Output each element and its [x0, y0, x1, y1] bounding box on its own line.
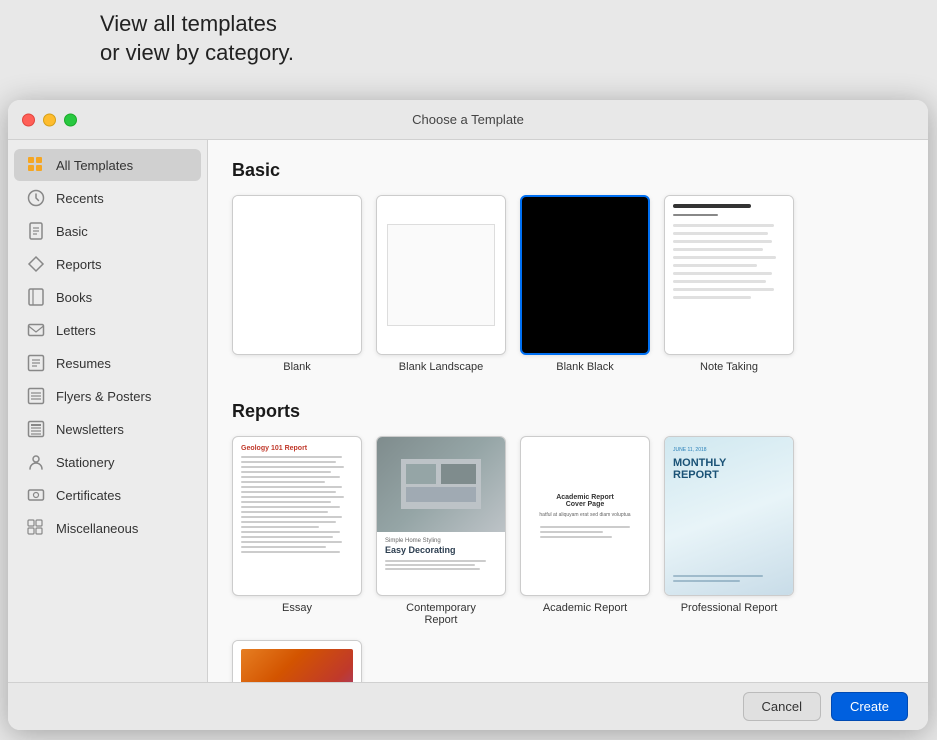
sidebar-item-reports[interactable]: Reports: [14, 248, 201, 280]
template-thumb-blank: [232, 195, 362, 355]
template-item-professional-report[interactable]: JUNE 11, 2018 MONTHLYREPORT Professional…: [664, 436, 794, 626]
template-item-academic-report[interactable]: Academic ReportCover Page hatful at aliq…: [520, 436, 650, 626]
template-item-essay[interactable]: Geology 101 Report: [232, 436, 362, 626]
template-label-note-taking: Note Taking: [700, 361, 758, 373]
action-bar: Cancel Create: [8, 682, 928, 730]
content-area: All Templates Recents: [8, 140, 928, 682]
cancel-button[interactable]: Cancel: [743, 692, 821, 721]
basic-template-grid: Blank Blank Landscape: [232, 195, 904, 373]
professional-visual: JUNE 11, 2018 MONTHLYREPORT: [665, 437, 793, 595]
sidebar-item-flyers-posters[interactable]: Flyers & Posters: [14, 380, 201, 412]
newspaper-icon: [26, 419, 46, 439]
sidebar-label-basic: Basic: [56, 224, 88, 239]
main-panel: Basic Blank: [208, 140, 928, 682]
sidebar-label-miscellaneous: Miscellaneous: [56, 521, 138, 536]
doc-icon: [26, 221, 46, 241]
sidebar-item-all-templates[interactable]: All Templates: [14, 149, 201, 181]
reports-template-grid: Geology 101 Report: [232, 436, 904, 682]
book-icon: [26, 287, 46, 307]
window-title: Choose a Template: [412, 112, 524, 127]
minimize-button[interactable]: [43, 113, 56, 126]
envelope-icon: [26, 320, 46, 340]
certificate-icon: [26, 485, 46, 505]
diamond-icon: [26, 254, 46, 274]
landscape-inner-visual: [377, 196, 505, 354]
sidebar-label-flyers-posters: Flyers & Posters: [56, 389, 151, 404]
term-visual: Geology 101 Report: [233, 641, 361, 682]
sidebar-item-miscellaneous[interactable]: Miscellaneous: [14, 512, 201, 544]
sidebar-item-letters[interactable]: Letters: [14, 314, 201, 346]
basic-section-title: Basic: [232, 160, 904, 181]
sidebar-item-basic[interactable]: Basic: [14, 215, 201, 247]
sidebar: All Templates Recents: [8, 140, 208, 682]
reports-section: Reports Geology 101 Report: [232, 401, 904, 682]
template-thumb-note-taking: [664, 195, 794, 355]
template-thumb-professional: JUNE 11, 2018 MONTHLYREPORT: [664, 436, 794, 596]
sidebar-label-certificates: Certificates: [56, 488, 121, 503]
contemporary-visual: Simple Home Styling Easy Decorating: [377, 437, 505, 595]
sidebar-label-books: Books: [56, 290, 92, 305]
sidebar-label-newsletters: Newsletters: [56, 422, 124, 437]
grid-misc-icon: [26, 518, 46, 538]
sidebar-item-certificates[interactable]: Certificates: [14, 479, 201, 511]
sidebar-item-stationery[interactable]: Stationery: [14, 446, 201, 478]
essay-visual: Geology 101 Report: [233, 437, 361, 595]
template-thumb-blank-black: [520, 195, 650, 355]
sidebar-label-resumes: Resumes: [56, 356, 111, 371]
grid-icon: [26, 155, 46, 175]
note-taking-visual: [665, 196, 793, 354]
title-bar: Choose a Template: [8, 100, 928, 140]
create-button[interactable]: Create: [831, 692, 908, 721]
template-item-term-paper[interactable]: Geology 101 Report Term Paper: [232, 640, 362, 682]
template-label-blank-landscape: Blank Landscape: [399, 361, 483, 373]
reports-section-title: Reports: [232, 401, 904, 422]
template-label-professional-report: Professional Report: [681, 602, 778, 614]
template-thumb-blank-landscape: [376, 195, 506, 355]
template-label-essay: Essay: [282, 602, 312, 614]
template-item-blank-black[interactable]: Blank Black: [520, 195, 650, 373]
callout-text: View all templates or view by category.: [0, 0, 937, 75]
megaphone-icon: [26, 386, 46, 406]
template-item-blank[interactable]: Blank: [232, 195, 362, 373]
template-thumb-essay: Geology 101 Report: [232, 436, 362, 596]
person-circle-icon: [26, 452, 46, 472]
person-lines-icon: [26, 353, 46, 373]
sidebar-label-all-templates: All Templates: [56, 158, 133, 173]
sidebar-label-reports: Reports: [56, 257, 102, 272]
basic-section: Basic Blank: [232, 160, 904, 373]
template-thumb-contemporary: Simple Home Styling Easy Decorating: [376, 436, 506, 596]
close-button[interactable]: [22, 113, 35, 126]
template-label-contemporary-report: ContemporaryReport: [406, 602, 476, 626]
template-label-blank: Blank: [283, 361, 311, 373]
template-chooser-window: Choose a Template All Templates: [8, 100, 928, 730]
fullscreen-button[interactable]: [64, 113, 77, 126]
clock-icon: [26, 188, 46, 208]
sidebar-item-newsletters[interactable]: Newsletters: [14, 413, 201, 445]
template-thumb-academic: Academic ReportCover Page hatful at aliq…: [520, 436, 650, 596]
traffic-lights: [22, 113, 77, 126]
template-item-note-taking[interactable]: Note Taking: [664, 195, 794, 373]
template-label-academic-report: Academic Report: [543, 602, 627, 614]
template-item-contemporary-report[interactable]: Simple Home Styling Easy Decorating: [376, 436, 506, 626]
template-thumb-term: Geology 101 Report: [232, 640, 362, 682]
sidebar-label-letters: Letters: [56, 323, 96, 338]
template-item-blank-landscape[interactable]: Blank Landscape: [376, 195, 506, 373]
sidebar-label-stationery: Stationery: [56, 455, 115, 470]
sidebar-item-recents[interactable]: Recents: [14, 182, 201, 214]
sidebar-label-recents: Recents: [56, 191, 104, 206]
sidebar-item-resumes[interactable]: Resumes: [14, 347, 201, 379]
academic-visual: Academic ReportCover Page hatful at aliq…: [521, 437, 649, 595]
template-label-blank-black: Blank Black: [556, 361, 613, 373]
sidebar-item-books[interactable]: Books: [14, 281, 201, 313]
